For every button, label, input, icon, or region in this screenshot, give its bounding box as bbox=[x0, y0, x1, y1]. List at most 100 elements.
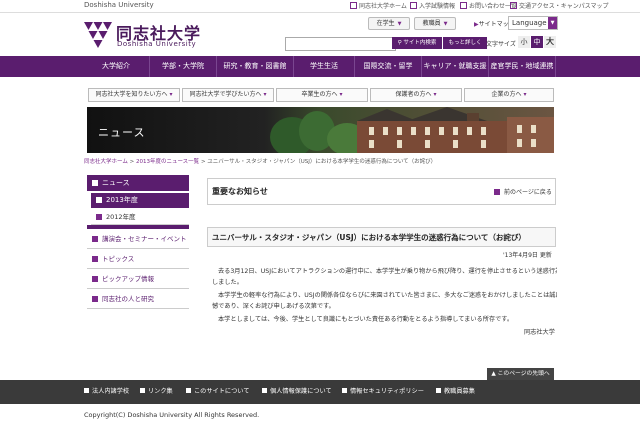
chevron-up-icon: ▲ bbox=[491, 371, 496, 377]
footer-link-recruit-label: 教職員募集 bbox=[444, 388, 475, 395]
top-link-home[interactable]: 同志社大学ホーム bbox=[350, 1, 407, 10]
subnav-alumni-label: 卒業生の方へ bbox=[301, 91, 338, 98]
subnav-parents[interactable]: 保護者の方へ ▾ bbox=[370, 88, 462, 102]
top-utility-bar: Doshisha University 同志社大学ホーム 入学試験情報 お問い合… bbox=[0, 0, 640, 13]
language-label: Language bbox=[512, 19, 547, 27]
top-link-admissions-label: 入学試験情報 bbox=[419, 3, 456, 10]
nav-career[interactable]: キャリア・就職支援 bbox=[421, 56, 488, 77]
chevron-down-icon: ▼ bbox=[548, 17, 557, 29]
link-square-icon bbox=[350, 2, 357, 9]
footer-link-links[interactable]: リンク集 bbox=[140, 380, 173, 404]
sidebar-item-pickup[interactable]: ピックアップ情報 bbox=[87, 270, 189, 289]
footer-link-privacy-label: 個人情報保護について bbox=[270, 388, 332, 395]
site-search-button[interactable]: ⚲ サイト内検索 bbox=[392, 37, 442, 49]
students-button[interactable]: 在学生 ▼ bbox=[368, 17, 410, 30]
footer-link-about-site[interactable]: このサイトについて bbox=[186, 380, 250, 404]
footer-bar: 法人内諸学校 リンク集 このサイトについて 個人情報保護について 情報セキュリテ… bbox=[0, 380, 640, 404]
main-navigation: 大学紹介 学部・大学院 研究・教育・図書館 学生生活 国際交流・留学 キャリア・… bbox=[0, 56, 640, 77]
staff-button[interactable]: 教職員 ▼ bbox=[414, 17, 456, 30]
doshisha-logo-icon[interactable] bbox=[84, 22, 112, 48]
nav-student-life[interactable]: 学生生活 bbox=[293, 56, 354, 77]
chevron-down-icon: ▼ bbox=[397, 21, 402, 27]
square-bullet-icon bbox=[186, 388, 191, 393]
nav-about[interactable]: 大学紹介 bbox=[84, 56, 148, 77]
article-title: ユニバーサル・スタジオ・ジャパン（USJ）における本学学生の迷惑行為について（お… bbox=[212, 233, 526, 242]
sidebar-sub-2012[interactable]: 2012年度 bbox=[91, 210, 189, 225]
square-bullet-icon bbox=[436, 388, 441, 393]
breadcrumb-home[interactable]: 同志社大学ホーム bbox=[84, 159, 128, 165]
font-size-large-button[interactable]: 大 bbox=[544, 36, 556, 48]
sidebar-item-news-label: ニュース bbox=[102, 179, 130, 187]
sidebar-divider bbox=[87, 225, 189, 229]
news-banner-image bbox=[87, 107, 554, 153]
staff-button-label: 教職員 bbox=[422, 20, 441, 27]
back-link[interactable]: 前のページに戻る bbox=[494, 187, 552, 196]
search-icon: ⚲ bbox=[397, 40, 402, 46]
link-square-icon bbox=[410, 2, 417, 9]
breadcrumb: 同志社大学ホーム > 2013年度のニュース一覧 > ユニバーサル・スタジオ・ジ… bbox=[84, 157, 436, 165]
back-link-label: 前のページに戻る bbox=[504, 189, 552, 196]
link-square-icon bbox=[460, 2, 467, 9]
language-select[interactable]: Language ▼ bbox=[508, 16, 558, 30]
square-bullet-icon bbox=[84, 388, 89, 393]
article-signature: 同志社大学 bbox=[524, 329, 555, 336]
article-paragraph: しました。 bbox=[212, 279, 243, 286]
sidebar-sub-2013[interactable]: 2013年度 bbox=[91, 193, 189, 208]
audience-navigation: 同志社大学を知りたい方へ ▾ 同志社大学で学びたい方へ ▾ 卒業生の方へ ▾ 保護者の… bbox=[88, 88, 554, 102]
sidebar-item-pickup-label: ピックアップ情報 bbox=[102, 275, 154, 283]
footer-link-security[interactable]: 情報セキュリティポリシー bbox=[342, 380, 424, 404]
logo-english-name[interactable]: Doshisha University bbox=[117, 40, 196, 48]
top-link-contact[interactable]: お問い合わせ一覧 bbox=[460, 1, 517, 10]
arrow-right-icon bbox=[92, 296, 98, 302]
arrow-right-icon bbox=[96, 197, 102, 203]
breadcrumb-news-list[interactable]: 2013年度のニュース一覧 bbox=[136, 159, 199, 165]
article-paragraph: 本学としましては、今後、学生として良識にもとづいた責任ある行動をとるよう指導して… bbox=[218, 316, 514, 323]
footer-link-recruit[interactable]: 教職員募集 bbox=[436, 380, 475, 404]
subnav-know-label: 同志社大学を知りたい方へ bbox=[95, 91, 168, 98]
students-button-label: 在学生 bbox=[376, 20, 395, 27]
sidebar-sub-2012-label: 2012年度 bbox=[106, 213, 136, 221]
arrow-right-icon bbox=[92, 180, 98, 186]
article-paragraph: 去る3月12日、USJにおいてアトラクションの運行中に、本学学生が乗り物から飛び… bbox=[218, 268, 557, 275]
top-link-admissions[interactable]: 入学試験情報 bbox=[410, 1, 455, 10]
advanced-search-button[interactable]: もっと詳しく bbox=[443, 37, 487, 49]
sidebar-item-events[interactable]: 講演会・セミナー・イベント bbox=[87, 230, 189, 249]
footer-link-privacy[interactable]: 個人情報保護について bbox=[262, 380, 332, 404]
article-paragraph: 本学学生の軽率な行為により、USJの関係各位ならびに来園されていた皆さまに、多大… bbox=[218, 292, 557, 299]
font-size-medium-button[interactable]: 中 bbox=[531, 36, 543, 48]
footer-link-schools-label: 法人内諸学校 bbox=[92, 388, 130, 395]
sidebar-item-people[interactable]: 同志社の人と研究 bbox=[87, 290, 189, 309]
page-top-label: このページの先頭へ bbox=[497, 371, 550, 377]
subnav-alumni[interactable]: 卒業生の方へ ▾ bbox=[276, 88, 368, 102]
arrow-right-icon bbox=[92, 276, 98, 282]
subnav-study[interactable]: 同志社大学で学びたい方へ ▾ bbox=[182, 88, 274, 102]
top-link-access[interactable]: 交通アクセス・キャンパスマップ bbox=[510, 1, 609, 10]
subnav-study-label: 同志社大学で学びたい方へ bbox=[189, 91, 262, 98]
footer-link-about-site-label: このサイトについて bbox=[194, 388, 250, 395]
square-bullet-icon bbox=[140, 388, 145, 393]
nav-international[interactable]: 国際交流・留学 bbox=[354, 56, 421, 77]
page-top-button[interactable]: ▲ このページの先頭へ bbox=[487, 368, 554, 380]
arrow-right-icon bbox=[96, 214, 102, 220]
chevron-down-icon: ▼ bbox=[443, 21, 448, 27]
subnav-companies[interactable]: 企業の方へ ▾ bbox=[464, 88, 554, 102]
subnav-companies-label: 企業の方へ bbox=[491, 91, 522, 98]
font-size-small-button[interactable]: 小 bbox=[518, 36, 530, 48]
nav-research[interactable]: 研究・教育・図書館 bbox=[216, 56, 293, 77]
sidebar-item-news[interactable]: ニュース bbox=[87, 175, 189, 191]
search-input[interactable] bbox=[285, 37, 396, 51]
subnav-know[interactable]: 同志社大学を知りたい方へ ▾ bbox=[88, 88, 180, 102]
footer-link-schools[interactable]: 法人内諸学校 bbox=[84, 380, 129, 404]
section-title: 重要なお知らせ bbox=[212, 187, 268, 196]
sidebar-item-topics[interactable]: トピックス bbox=[87, 250, 189, 269]
sidebar-item-events-label: 講演会・セミナー・イベント bbox=[102, 235, 187, 243]
sidebar-sub-2013-label: 2013年度 bbox=[106, 196, 138, 204]
sidebar-item-people-label: 同志社の人と研究 bbox=[102, 295, 154, 303]
sidebar-item-topics-label: トピックス bbox=[102, 255, 135, 263]
square-bullet-icon bbox=[262, 388, 267, 393]
link-square-icon bbox=[510, 2, 517, 9]
nav-community[interactable]: 産官学民・地域連携 bbox=[488, 56, 556, 77]
subnav-parents-label: 保護者の方へ bbox=[395, 91, 432, 98]
nav-faculties[interactable]: 学部・大学院 bbox=[149, 56, 216, 77]
chevron-down-icon: ▾ bbox=[339, 91, 343, 98]
